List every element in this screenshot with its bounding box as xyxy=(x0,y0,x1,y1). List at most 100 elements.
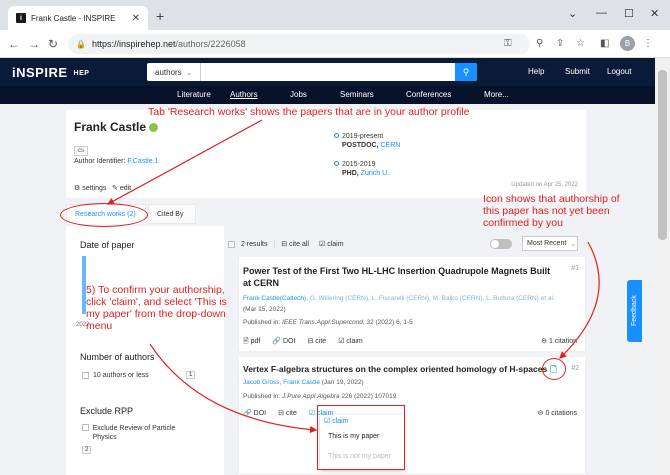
annotation-icon-note: Icon shows that authorship of this paper… xyxy=(483,193,620,229)
minimize-icon[interactable]: — xyxy=(596,7,607,19)
share-icon[interactable]: ⇪ xyxy=(556,38,564,49)
nav-seminars[interactable]: Seminars xyxy=(340,90,374,99)
search-scope-select[interactable]: authors ⌄ xyxy=(147,63,202,81)
citations-link[interactable]: ⊖ 0 citations xyxy=(538,409,577,417)
author-profile-card: Frank Castle cs Author Identifier: F.Cas… xyxy=(66,110,586,198)
key-icon[interactable]: ⚿ xyxy=(504,38,512,49)
doi-button[interactable]: 🔗 DOI xyxy=(272,337,295,348)
nav-jobs[interactable]: Jobs xyxy=(290,90,307,99)
identifier-link[interactable]: F.Castle.1 xyxy=(127,158,158,165)
author-name: Frank Castle xyxy=(74,120,147,134)
pdf-icon: 🗎 xyxy=(243,338,249,345)
scrollbar-thumb[interactable] xyxy=(658,70,667,240)
cite-label: cite xyxy=(285,410,297,417)
back-icon[interactable]: ← xyxy=(8,37,20,51)
doi-button[interactable]: 🔗 DOI xyxy=(243,409,266,417)
search-scope-label: authors xyxy=(155,67,182,77)
citations-label: 0 citations xyxy=(545,410,577,417)
cite-button[interactable]: ⊟ cite xyxy=(307,337,326,348)
checkbox-icon xyxy=(82,372,89,379)
claim-all-button[interactable]: ☑ claim xyxy=(319,240,344,248)
edit-label: edit xyxy=(119,185,132,192)
position-institution[interactable]: CERN xyxy=(381,142,401,149)
highlight-unconfirmed-icon xyxy=(542,358,566,380)
help-link[interactable]: Help xyxy=(528,67,544,76)
link-icon: 🔗 xyxy=(243,410,252,417)
new-tab-icon[interactable]: + xyxy=(156,8,164,24)
link-icon: 🔗 xyxy=(272,338,282,345)
journal-name: IEEE Trans.Appl.Supercond. xyxy=(282,319,365,326)
exclude-rpp-checkbox[interactable]: Exclude Review of Particle Physics xyxy=(82,424,192,442)
result-title[interactable]: Vertex F-algebra structures on the compl… xyxy=(243,364,547,374)
timeline-dot-icon xyxy=(334,133,339,138)
identifier-label: Author Identifier: xyxy=(74,158,126,165)
claim-button[interactable]: ☑ claim xyxy=(338,337,363,348)
toggle-switch[interactable] xyxy=(490,239,512,249)
profile-avatar[interactable]: B xyxy=(620,36,635,51)
cite-label: cite xyxy=(315,338,327,345)
chevron-down-icon[interactable]: ⌄ xyxy=(568,7,577,20)
zoom-icon[interactable]: ⚲ xyxy=(536,38,543,49)
cite-button[interactable]: ⊟ cite xyxy=(278,409,297,417)
sidepanel-icon[interactable]: ◧ xyxy=(600,38,609,49)
citations-link[interactable]: ⊖ 1 citation xyxy=(541,337,577,345)
forward-icon[interactable]: → xyxy=(28,37,40,51)
bookmark-star-icon[interactable]: ☆ xyxy=(576,38,585,49)
address-toolbar: ← → ↻ 🔒 https://inspirehep.net/authors/2… xyxy=(0,30,670,58)
gear-icon: ⚙ xyxy=(74,185,81,192)
settings-button[interactable]: ⚙ settings xyxy=(74,184,106,192)
authors-filter-checkbox[interactable]: 10 authors or less xyxy=(82,372,149,379)
url-host: https://inspirehep.net xyxy=(91,39,176,49)
edit-button[interactable]: ✎ edit xyxy=(112,184,131,192)
result-title[interactable]: Power Test of the First Two HL-LHC Inser… xyxy=(243,265,553,289)
citation-icon: ⊖ xyxy=(537,410,544,417)
orcid-icon[interactable] xyxy=(149,123,159,133)
annotation-tab-note: Tab 'Research works' shows the papers th… xyxy=(148,106,470,118)
author-name-heading: Frank Castle xyxy=(74,120,159,134)
close-tab-icon[interactable]: ✕ xyxy=(132,13,140,24)
result-number: #1 xyxy=(571,265,579,272)
maximize-icon[interactable]: ☐ xyxy=(624,7,634,20)
select-all-checkbox[interactable] xyxy=(228,240,235,248)
position-entry: 2015-2019 PHD, Zurich U. xyxy=(334,160,389,178)
published-in: Published in: J.Pure Appl.Algebra 226 (2… xyxy=(243,393,396,400)
inspire-logo[interactable]: iNSPIRE HEP xyxy=(12,65,89,80)
feedback-button[interactable]: Feedback xyxy=(627,280,642,342)
search-icon[interactable]: ⚲ xyxy=(455,63,477,81)
cite-icon: ⊟ xyxy=(281,241,288,248)
claim-icon: ☑ xyxy=(338,338,345,345)
sort-select[interactable]: Most Recent ⌄ xyxy=(522,236,578,251)
submit-link[interactable]: Submit xyxy=(565,67,590,76)
journal-details: 226 (2022) 107019 xyxy=(341,393,397,400)
nav-literature[interactable]: Literature xyxy=(177,90,211,99)
url-path: /authors/2226058 xyxy=(175,39,246,49)
author-link[interactable]: Jacob Gross, Frank Castle xyxy=(243,379,320,386)
cite-all-button[interactable]: ⊟ cite all xyxy=(281,240,309,248)
url-bar[interactable]: 🔒 https://inspirehep.net/authors/2226058 xyxy=(68,34,530,54)
cite-icon: ⊟ xyxy=(278,410,284,417)
logo-subtext: HEP xyxy=(73,70,90,78)
logout-link[interactable]: Logout xyxy=(607,67,631,76)
position-role: POSTDOC, xyxy=(342,142,379,149)
nav-more[interactable]: More... xyxy=(484,90,509,99)
nav-conferences[interactable]: Conferences xyxy=(406,90,451,99)
position-role: PHD, xyxy=(342,170,359,177)
reload-icon[interactable]: ↻ xyxy=(48,37,58,51)
nav-authors[interactable]: Authors xyxy=(230,90,258,99)
citations-label: 1 citation xyxy=(548,338,577,345)
menu-icon[interactable]: ⋮ xyxy=(643,38,653,49)
search-bar[interactable]: authors ⌄ ⚲ xyxy=(147,63,477,81)
highlight-claim-menu xyxy=(317,405,405,470)
author-link[interactable]: Frank Castle(Caltech), xyxy=(243,295,308,302)
main-nav: Literature Authors Jobs Seminars Confere… xyxy=(0,86,655,104)
browser-tab[interactable]: i Frank Castle - INSPIRE ✕ xyxy=(8,6,148,30)
close-window-icon[interactable]: ✕ xyxy=(650,7,659,20)
chevron-down-icon: ⌄ xyxy=(185,67,193,77)
result-actions: 🗎 pdf 🔗 DOI ⊟ cite ☑ claim xyxy=(243,337,363,348)
tab-cited-by[interactable]: Cited By xyxy=(148,204,196,224)
result-card: Power Test of the First Two HL-LHC Inser… xyxy=(238,256,586,352)
pdf-button[interactable]: 🗎 pdf xyxy=(243,337,260,348)
position-institution[interactable]: Zurich U. xyxy=(361,170,389,177)
sort-value: Most Recent xyxy=(527,240,567,247)
cite-all-label: cite all xyxy=(289,241,309,248)
